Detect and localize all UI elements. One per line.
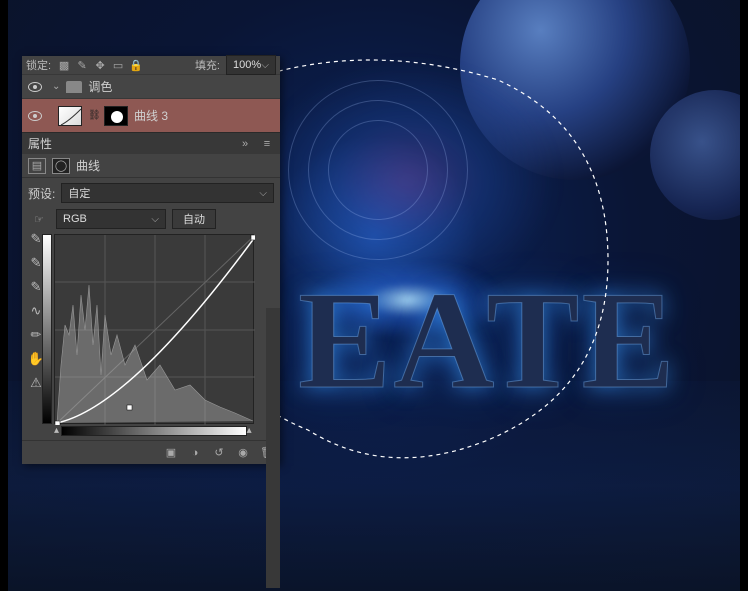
curves-graph[interactable] <box>54 234 254 424</box>
link-icon[interactable]: ⛓ <box>88 110 98 121</box>
panel-menu-icon[interactable]: ≡ <box>260 137 274 151</box>
lock-artboard-icon[interactable]: ▭ <box>111 58 125 72</box>
properties-title: 属性 <box>28 135 52 152</box>
highlight-slider-icon[interactable]: ▴ <box>247 425 254 436</box>
panel-scrollbar[interactable] <box>266 308 280 588</box>
curves-properties-body: 预设: 自定 ☞ RGB 自动 ✎ ✎ ✎ ∿ ✏ ✋ ⚠ <box>22 178 280 440</box>
lock-transparency-icon[interactable]: ▩ <box>57 58 71 72</box>
reset-icon[interactable]: ↺ <box>212 446 226 460</box>
adjustment-layer-row[interactable]: ⛓ 曲线 3 <box>22 98 280 132</box>
lock-label: 锁定: <box>26 57 51 73</box>
properties-footer: ▣ ◑ ↺ ◉ 🗑 <box>22 440 280 464</box>
collapse-icon[interactable]: » <box>238 137 252 151</box>
preset-label: 预设: <box>28 185 55 202</box>
photoshop-panel-stack: 锁定: ▩ ✎ ✥ ▭ 🔒 填充: 100% ⌄ 调色 ⛓ 曲线 3 <box>22 56 280 464</box>
lock-all-icon[interactable]: 🔒 <box>129 58 143 72</box>
preset-dropdown[interactable]: 自定 <box>61 183 274 203</box>
chevron-down-icon[interactable]: ⌄ <box>52 81 60 92</box>
adjustment-type-label: 曲线 <box>76 157 100 174</box>
curves-adjustment-thumbnail[interactable] <box>58 106 82 126</box>
clip-to-layer-icon[interactable]: ▣ <box>164 446 178 460</box>
fill-label: 填充: <box>195 57 220 73</box>
adjustment-type-row: ▤ ◯ 曲线 <box>22 154 280 178</box>
targeted-adjustment-icon[interactable]: ☞ <box>28 212 50 226</box>
fill-opacity-dropdown[interactable]: 100% <box>226 55 276 75</box>
visibility-toggle-icon[interactable] <box>28 82 42 92</box>
artwork-3d-text: EATE <box>298 260 677 421</box>
folder-icon <box>66 81 82 93</box>
adjustment-layer-name: 曲线 3 <box>134 107 168 124</box>
lock-position-icon[interactable]: ✥ <box>93 58 107 72</box>
channel-dropdown[interactable]: RGB <box>56 209 166 229</box>
layer-mask-thumbnail[interactable] <box>104 106 128 126</box>
output-gradient <box>42 234 52 424</box>
lock-paint-icon[interactable]: ✎ <box>75 58 89 72</box>
auto-button[interactable]: 自动 <box>172 209 216 229</box>
view-previous-icon[interactable]: ◑ <box>188 446 202 460</box>
input-gradient[interactable] <box>61 426 246 436</box>
adjustment-icon[interactable]: ▤ <box>28 158 46 174</box>
layer-group-row[interactable]: ⌄ 调色 <box>22 74 280 98</box>
visibility-toggle-icon[interactable] <box>28 111 42 121</box>
layers-lock-row: 锁定: ▩ ✎ ✥ ▭ 🔒 填充: 100% <box>22 56 280 74</box>
layer-group-name: 调色 <box>88 78 112 95</box>
properties-panel-header: 属性 » ≡ <box>22 132 280 154</box>
toggle-visibility-icon[interactable]: ◉ <box>236 446 250 460</box>
shadow-slider-icon[interactable]: ▴ <box>54 425 61 436</box>
artwork-hud-circles <box>288 80 468 260</box>
mask-icon[interactable]: ◯ <box>52 158 70 174</box>
